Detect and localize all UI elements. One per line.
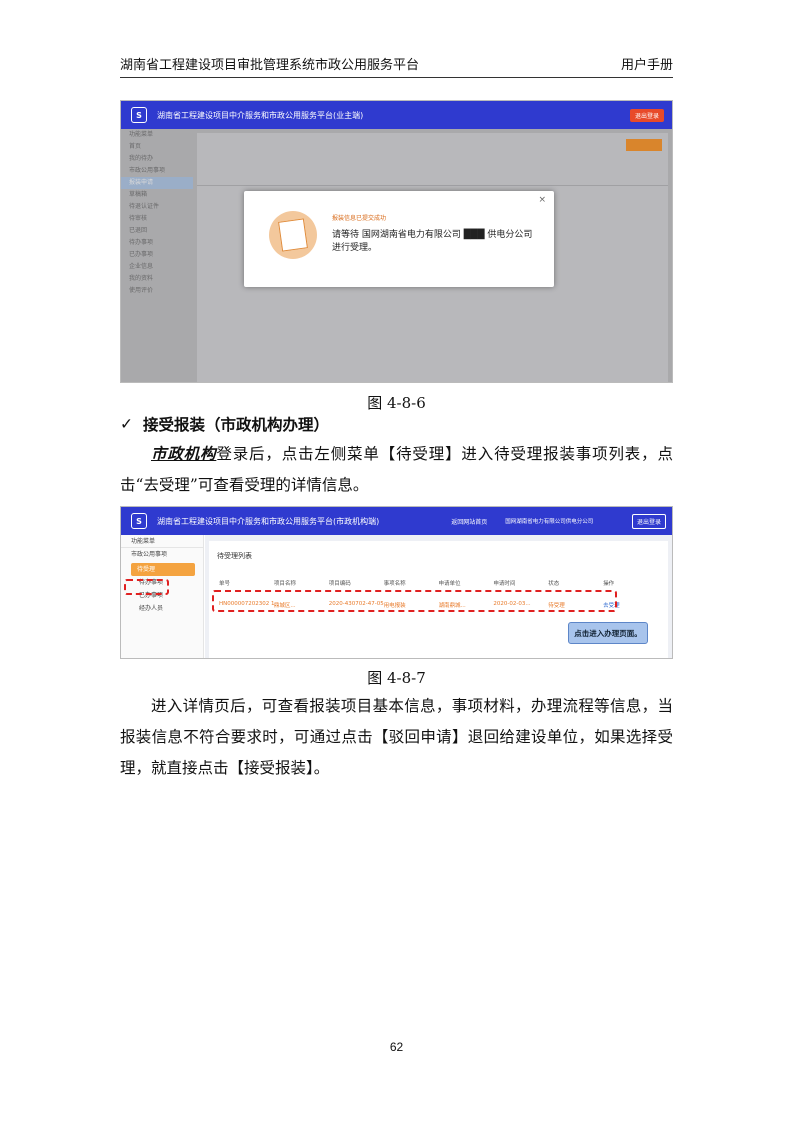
platform-logo-icon: S (131, 107, 147, 123)
screenshot-pending-list: S 湖南省工程建设项目中介服务和市政公用服务平台(市政机构端) 返回网站首页 国… (120, 506, 673, 659)
success-modal: 报装信息已提交成功 请等待 国网湖南省电力有限公司 ███ 供电分公司 进行受理… (244, 191, 554, 287)
divider (197, 185, 668, 186)
sidebar: 功能菜单 市政公用事项 待受理 待办事项 已办事项 经办人员 (121, 535, 204, 658)
figure-caption: 图 4-8-6 (367, 394, 426, 412)
header-title: 湖南省工程建设项目审批管理系统市政公用服务平台 (120, 58, 420, 73)
list-title: 待受理列表 (217, 552, 252, 560)
screenshot-submit-success: S 湖南省工程建设项目中介服务和市政公用服务平台(业主端) 退出登录 功能菜单 … (120, 100, 673, 383)
column-header: 单号 (219, 581, 231, 587)
column-header: 操作 (603, 581, 615, 587)
sidebar-item[interactable]: 我的资料 (121, 273, 193, 285)
checkmark-icon: ✓ (120, 415, 133, 433)
top-bar: S 湖南省工程建设项目中介服务和市政公用服务平台(业主端) 退出登录 (121, 101, 672, 129)
sidebar-item[interactable]: 市政公用事项 (121, 548, 203, 561)
sidebar-item[interactable]: 已退回 (121, 225, 193, 237)
highlight-pending-menu (124, 579, 169, 595)
sidebar-item[interactable]: 已办事项 (121, 249, 193, 261)
sidebar-item: 功能菜单 (121, 535, 203, 548)
sidebar-item[interactable]: 经办人员 (121, 602, 203, 615)
callout-tooltip: 点击进入办理页面。 (568, 622, 648, 644)
sidebar-item[interactable]: 报装申请 (121, 177, 193, 189)
link-municipal: 市政机构 (151, 444, 217, 463)
column-header: 项目编码 (328, 581, 351, 587)
sidebar-item[interactable]: 企业信息 (121, 261, 193, 273)
sidebar-item[interactable]: 待退认证件 (121, 201, 193, 213)
figure-caption: 图 4-8-7 (367, 669, 426, 687)
sidebar-item[interactable]: 市政公用事项 (121, 165, 193, 177)
sidebar-item[interactable]: 待审核 (121, 213, 193, 225)
sidebar-item[interactable]: 首页 (121, 141, 193, 153)
section-heading: ✓ 接受报装（市政机构办理） (120, 413, 329, 435)
top-bar: S 湖南省工程建设项目中介服务和市政公用服务平台(市政机构端) 返回网站首页 国… (121, 507, 672, 535)
logout-button[interactable]: 退出登录 (629, 108, 664, 122)
highlight-table-row (212, 590, 617, 612)
sidebar-item-pending[interactable]: 待受理 (131, 563, 195, 576)
column-header: 申请时间 (493, 581, 516, 587)
column-header: 项目名称 (273, 581, 296, 587)
paragraph: 进入详情页后，可查看报装项目基本信息，事项材料，办理流程等信息，当报装信息不符合… (120, 697, 673, 777)
modal-subtitle: 报装信息已提交成功 (332, 215, 387, 222)
paragraph: 市政机构登录后，点击左侧菜单【待受理】进入待受理报装事项列表，点击“去受理”可查… (120, 438, 673, 501)
page-header: 湖南省工程建设项目审批管理系统市政公用服务平台 用户手册 (120, 56, 673, 78)
sidebar: 功能菜单 首页 我的待办 市政公用事项 报装申请 草稿箱 待退认证件 待审核 已… (121, 129, 193, 382)
current-user: 国网湖南省电力有限公司供电分公司 (505, 519, 594, 525)
sidebar-item[interactable]: 待办事项 (121, 237, 193, 249)
document-illustration-icon (269, 211, 317, 259)
sidebar-item[interactable]: 使用评价 (121, 285, 193, 297)
page-number: 62 (389, 1040, 404, 1054)
platform-title: 湖南省工程建设项目中介服务和市政公用服务平台(业主端) (157, 110, 364, 120)
column-header: 申请单位 (438, 581, 461, 587)
close-icon[interactable]: × (538, 195, 546, 205)
header-manual: 用户手册 (620, 58, 673, 73)
logout-button[interactable]: 退出登录 (631, 513, 666, 529)
sidebar-item[interactable]: 草稿箱 (121, 189, 193, 201)
platform-logo-icon: S (131, 513, 147, 529)
column-header: 事项名称 (383, 581, 406, 587)
back-home-link[interactable]: 返回网站首页 (451, 517, 487, 526)
sidebar-item[interactable]: 我的待办 (121, 153, 193, 165)
submit-button[interactable] (626, 139, 662, 151)
platform-title: 湖南省工程建设项目中介服务和市政公用服务平台(市政机构端) (157, 516, 380, 526)
table-header: 单号 项目名称 项目编码 事项名称 申请单位 申请时间 状态 操作 (219, 579, 658, 587)
sidebar-item: 功能菜单 (129, 131, 154, 138)
column-header: 状态 (548, 581, 560, 587)
modal-message: 请等待 国网湖南省电力有限公司 ███ 供电分公司 进行受理。 (332, 230, 533, 253)
heading-text: 接受报装（市政机构办理） (143, 416, 330, 434)
